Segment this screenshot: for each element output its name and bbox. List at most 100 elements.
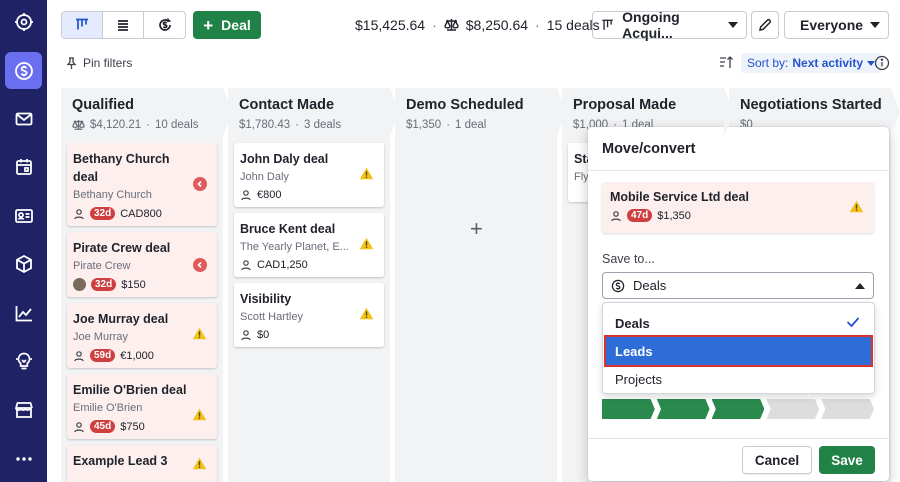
deal-card[interactable]: Bethany Church deal Bethany Church 32d C… [67, 143, 217, 226]
insights-chart-icon[interactable] [5, 294, 42, 331]
warning-icon[interactable] [359, 167, 374, 183]
stage-segment[interactable] [821, 399, 874, 419]
add-deal-button[interactable]: + Deal [193, 11, 261, 39]
stage-summary: $4,120.21 · 10 deals [72, 119, 223, 131]
warning-icon [849, 200, 864, 216]
warning-icon[interactable] [359, 307, 374, 323]
deal-value: €800 [257, 189, 282, 201]
weighted-value: $8,250.64 [465, 17, 529, 33]
forecast-view-icon[interactable] [144, 12, 185, 38]
deal-meta: 47d $1,350 [610, 209, 866, 222]
deal-meta: 32d CAD800 [73, 207, 211, 220]
sort-direction-icon[interactable] [719, 55, 734, 73]
add-deal-in-stage-icon[interactable]: + [470, 216, 483, 242]
pin-filters-label: Pin filters [83, 56, 133, 70]
stage-title: Demo Scheduled [406, 97, 524, 113]
deal-meta: CAD1,250 [240, 259, 378, 271]
deal-title: Example Lead 3 [73, 454, 168, 468]
deal-meta: 32d $150 [73, 278, 211, 291]
warning-icon[interactable] [192, 457, 207, 473]
stage-header: Contact Made $1,780.43 · 3 deals [228, 88, 399, 136]
contacts-card-icon[interactable] [5, 197, 42, 234]
deal-card[interactable]: Pirate Crew deal Pirate Crew 32d $150 [67, 232, 217, 297]
deal-meta: 45d $750 [73, 420, 211, 433]
separator-dot: · [446, 119, 451, 131]
stage-segment[interactable] [711, 399, 765, 419]
stage-segment[interactable] [656, 399, 710, 419]
products-box-icon[interactable] [5, 245, 42, 282]
pipeline-name: Ongoing Acqui... [622, 9, 680, 41]
overdue-activity-icon[interactable] [193, 258, 207, 272]
owner-filter-select[interactable]: Everyone [784, 11, 889, 39]
warning-icon[interactable] [192, 408, 207, 424]
save-to-value: Deals [633, 278, 667, 293]
sort-by-select[interactable]: Sort by: Next activity [741, 53, 882, 73]
stage-count: 3 deals [304, 119, 342, 131]
calendar-icon[interactable] [5, 148, 42, 185]
owner-filter-label: Everyone [800, 17, 864, 33]
save-to-dropdown: Deals Leads Projects [602, 302, 875, 394]
option-deals[interactable]: Deals [603, 309, 874, 337]
sidebar [0, 0, 47, 482]
lightbulb-icon[interactable] [5, 342, 42, 379]
deal-title: Joe Murray deal [73, 312, 169, 326]
deal-card[interactable]: Bruce Kent deal The Yearly Planet, E... … [234, 213, 384, 277]
sort-prefix: Sort by: [747, 56, 789, 70]
add-deal-label: Deal [221, 17, 251, 33]
plus-icon: + [203, 15, 214, 35]
popover-title: Move/convert [602, 141, 696, 157]
option-label: Deals [615, 315, 650, 331]
stage-segment[interactable] [766, 399, 820, 419]
list-view-icon[interactable] [103, 12, 144, 38]
marketplace-store-icon[interactable] [5, 391, 42, 428]
deal-value: $150 [121, 278, 146, 291]
cancel-button[interactable]: Cancel [742, 446, 812, 474]
warning-icon[interactable] [359, 237, 374, 253]
more-dots-icon[interactable] [5, 440, 42, 477]
stage-segment[interactable] [602, 399, 655, 419]
pin-icon [66, 56, 77, 69]
save-button[interactable]: Save [819, 446, 875, 474]
filter-bar: Pin filters Sort by: Next activity [47, 50, 900, 78]
deal-card[interactable]: John Daly deal John Daly €800 [234, 143, 384, 207]
warning-icon[interactable] [192, 327, 207, 343]
kanban-view-icon[interactable] [62, 12, 103, 38]
deal-card[interactable]: Joe Murray deal Joe Murray 59d €1,000 [67, 303, 217, 368]
info-icon[interactable] [874, 55, 890, 74]
deals-dollar-icon[interactable] [5, 52, 42, 89]
target-icon[interactable] [5, 3, 42, 40]
rotten-days-badge: 59d [90, 349, 116, 362]
pin-filters-button[interactable]: Pin filters [66, 56, 132, 70]
stage-title: Proposal Made [573, 97, 677, 113]
edit-pipeline-button[interactable] [751, 11, 779, 39]
overdue-activity-icon[interactable] [193, 177, 207, 191]
person-icon [241, 190, 251, 201]
view-switcher [61, 11, 186, 39]
deal-org: Pirate Crew [73, 260, 131, 272]
separator-dot: · [432, 17, 437, 33]
person-icon [611, 210, 621, 221]
deal-card[interactable]: Emilie O'Brien deal Emilie O'Brien 45d $… [67, 374, 217, 439]
deal-title: John Daly deal [240, 152, 329, 166]
deal-value: CAD1,250 [257, 259, 308, 271]
pipeline-select[interactable]: Ongoing Acqui... [592, 9, 747, 41]
move-convert-popover: Move/convert Mobile Service Ltd deal 47d… [588, 127, 889, 481]
option-leads[interactable]: Leads [604, 335, 873, 367]
stage-column: Contact Made $1,780.43 · 3 deals John Da… [228, 88, 399, 482]
deal-card[interactable]: Visibility Scott Hartley $0 [234, 283, 384, 347]
deal-card[interactable]: Example Lead 3 [67, 445, 217, 482]
stage-cards: John Daly deal John Daly €800 Bruce Kent… [228, 136, 390, 347]
pipeline-totals: $15,425.64 · $8,250.64 · 15 deals [355, 17, 600, 33]
save-to-select[interactable]: Deals [602, 272, 874, 299]
deal-title: Bethany Church deal [73, 152, 170, 184]
weighted-scale-icon [444, 19, 459, 31]
stage-summary: $1,350 · 1 deal [406, 119, 557, 131]
deal-title: Bruce Kent deal [240, 222, 336, 236]
save-to-label: Save to... [602, 252, 655, 266]
stage-progress-bar [602, 399, 874, 419]
stage-title: Negotiations Started [740, 97, 882, 113]
option-projects[interactable]: Projects [603, 365, 874, 393]
stage-count: 1 deal [455, 119, 487, 131]
mail-icon[interactable] [5, 100, 42, 137]
option-label: Leads [615, 343, 653, 359]
